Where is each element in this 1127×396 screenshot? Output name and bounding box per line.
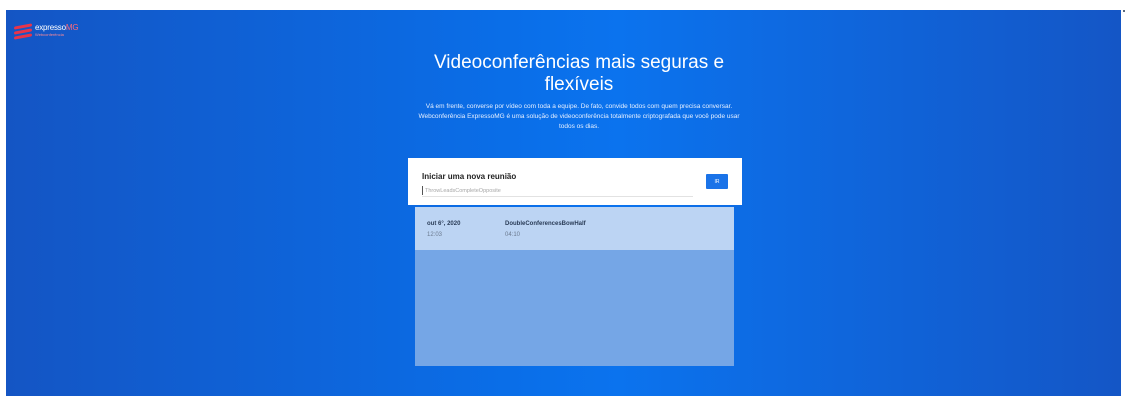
- logo-subtitle: Webconferência: [35, 32, 64, 37]
- window-edge-marker: [1123, 10, 1125, 12]
- logo-name-accent: MG: [65, 23, 79, 32]
- go-button[interactable]: IR: [706, 174, 728, 189]
- logo-name: expresso: [35, 23, 66, 32]
- room-name-input[interactable]: [422, 186, 693, 197]
- text-cursor: [422, 186, 423, 195]
- page-title: Videoconferências mais seguras e flexíve…: [433, 52, 725, 95]
- expresso-logo[interactable]: expressoMG Webconferência: [14, 23, 79, 40]
- new-meeting-title: Iniciar uma nova reunião: [422, 172, 517, 181]
- meeting-date: out 6°, 2020: [427, 221, 461, 227]
- meeting-name: DoubleConferencesBowHalf: [505, 221, 586, 227]
- expresso-logo-icon: [14, 23, 32, 40]
- recent-meeting-item[interactable]: out 6°, 2020 12:03 DoubleConferencesBowH…: [415, 207, 734, 250]
- meeting-time: 12:03: [427, 232, 443, 238]
- welcome-page: expressoMG Webconferência Videoconferênc…: [6, 10, 1121, 396]
- page-description: Vá em frente, converse por vídeo com tod…: [418, 103, 740, 130]
- recent-meetings-list: out 6°, 2020 12:03 DoubleConferencesBowH…: [415, 207, 734, 366]
- new-meeting-card: Iniciar uma nova reunião IR: [408, 158, 742, 205]
- meeting-duration: 04:10: [505, 232, 521, 238]
